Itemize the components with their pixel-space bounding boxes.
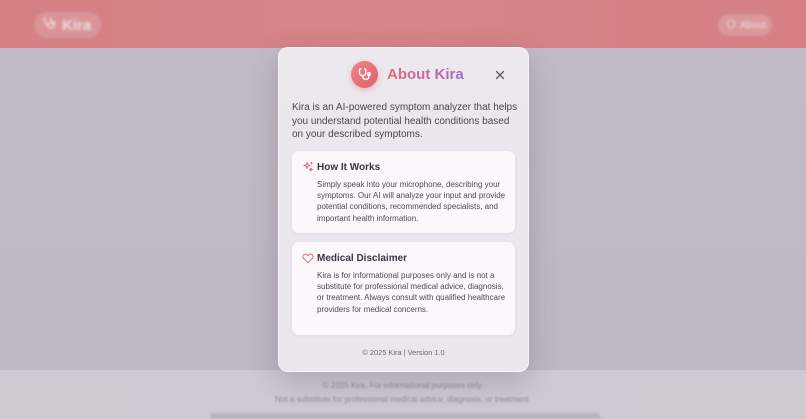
card-body: Kira is for informational purposes only … <box>317 271 506 314</box>
modal-header: About Kira <box>351 60 464 88</box>
close-icon <box>495 67 505 85</box>
modal-intro: Kira is an AI-powered symptom analyzer t… <box>292 102 518 140</box>
how-it-works-card: How It Works Simply speak into your micr… <box>292 151 515 233</box>
heart-icon <box>302 252 314 264</box>
sparkles-icon <box>302 161 314 173</box>
card-title: Medical Disclaimer <box>317 253 408 264</box>
about-modal: About Kira Kira is an AI-powered symptom… <box>278 47 529 372</box>
stethoscope-icon <box>351 60 378 88</box>
card-title: How It Works <box>317 162 381 173</box>
medical-disclaimer-card: Medical Disclaimer Kira is for informati… <box>292 242 515 335</box>
card-body: Simply speak into your microphone, descr… <box>317 180 506 223</box>
modal-footer: © 2025 Kira | Version 1.0 <box>362 348 445 357</box>
close-button[interactable] <box>493 69 507 83</box>
modal-title: About Kira <box>387 65 464 83</box>
